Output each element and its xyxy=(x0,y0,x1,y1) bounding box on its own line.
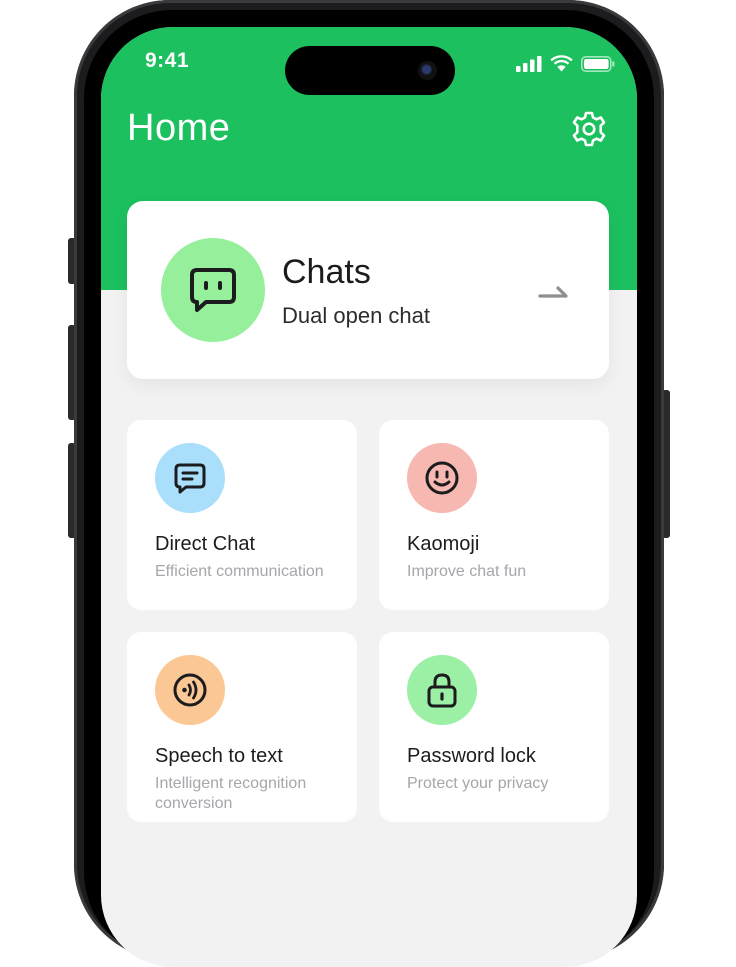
smiley-icon xyxy=(425,461,459,495)
arrow-right-icon xyxy=(538,286,568,298)
settings-button[interactable] xyxy=(569,109,609,149)
kaomoji-title: Kaomoji xyxy=(407,533,480,555)
direct-chat-title: Direct Chat xyxy=(155,533,256,555)
page-title: Home xyxy=(127,107,231,149)
camera-icon xyxy=(418,61,437,80)
status-time: 9:41 xyxy=(145,49,190,72)
kaomoji-tile[interactable]: Kaomoji Improve chat fun xyxy=(379,420,609,610)
speech-to-text-tile[interactable]: Speech to text Intelligent recognition c… xyxy=(127,632,357,822)
direct-chat-subtitle: Efficient communication xyxy=(155,563,324,580)
speech-to-text-title: Speech to text xyxy=(155,745,283,767)
chat-bubble-icon xyxy=(190,268,236,312)
direct-chat-icon-badge xyxy=(155,443,225,513)
lock-icon xyxy=(427,673,457,708)
status-icons xyxy=(516,55,615,72)
password-lock-icon-badge xyxy=(407,655,477,725)
wifi-icon xyxy=(550,55,573,72)
password-lock-tile[interactable]: Password lock Protect your privacy xyxy=(379,632,609,822)
chats-title: Chats xyxy=(282,253,371,291)
chats-icon-badge xyxy=(161,238,265,342)
app-screen: 9:41 Home Chats Dual open chat Direct Ch… xyxy=(101,27,637,967)
speech-to-text-subtitle: Intelligent recognition conversion xyxy=(155,775,307,812)
message-icon xyxy=(174,463,206,494)
gear-icon xyxy=(572,111,606,147)
kaomoji-subtitle: Improve chat fun xyxy=(407,563,527,580)
chats-card[interactable]: Chats Dual open chat xyxy=(127,201,609,379)
sound-wave-icon xyxy=(173,673,207,707)
battery-icon xyxy=(581,55,615,72)
password-lock-title: Password lock xyxy=(407,745,536,767)
cellular-signal-icon xyxy=(516,55,542,72)
dynamic-island xyxy=(285,46,455,95)
kaomoji-icon-badge xyxy=(407,443,477,513)
chats-subtitle: Dual open chat xyxy=(282,303,430,328)
direct-chat-tile[interactable]: Direct Chat Efficient communication xyxy=(127,420,357,610)
password-lock-subtitle: Protect your privacy xyxy=(407,775,549,792)
speech-to-text-icon-badge xyxy=(155,655,225,725)
